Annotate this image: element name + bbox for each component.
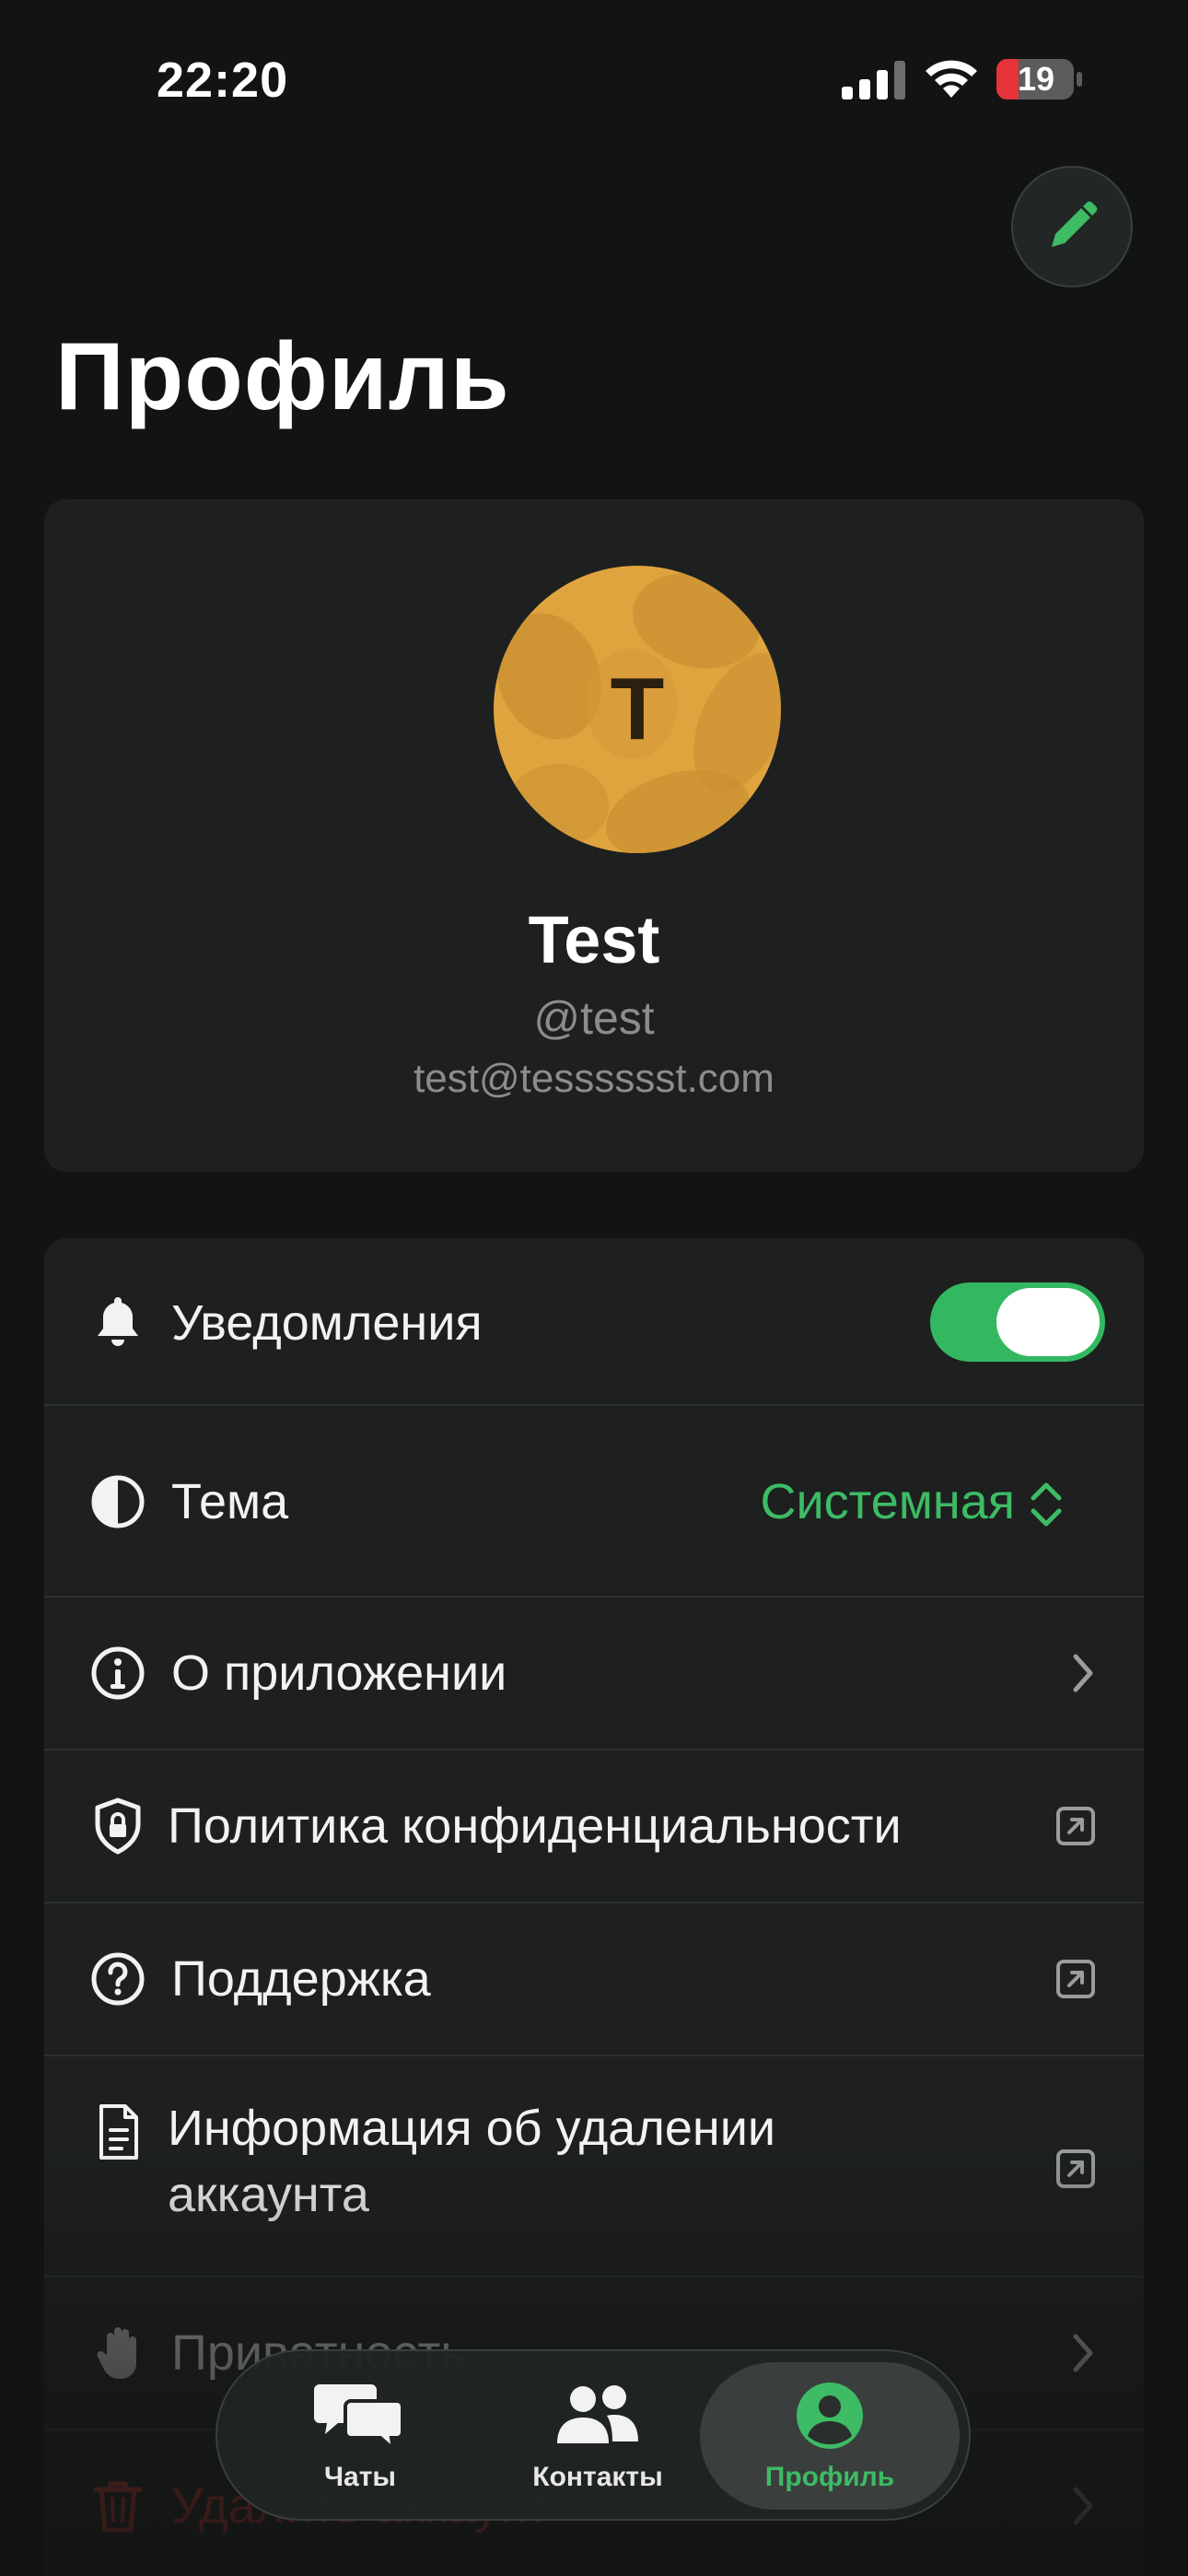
settings-row-notifications[interactable]: Уведомления xyxy=(44,1238,1144,1406)
document-icon xyxy=(99,2104,138,2160)
battery-level: 19 xyxy=(1017,60,1055,98)
bell-icon xyxy=(98,1297,138,1346)
chats-icon xyxy=(314,2384,404,2453)
settings-label: Уведомления xyxy=(171,1295,483,1351)
shield-lock-icon xyxy=(95,1797,141,1855)
tab-chats[interactable]: Чаты xyxy=(230,2362,490,2510)
theme-selector[interactable]: Системная xyxy=(760,1469,1015,1535)
status-time: 22:20 xyxy=(157,53,289,108)
avatar-initial: T xyxy=(610,660,665,758)
trash-icon xyxy=(93,2481,143,2533)
wifi-icon xyxy=(926,60,977,98)
tab-profile[interactable]: Профиль xyxy=(700,2362,960,2510)
edit-profile-button[interactable] xyxy=(1011,166,1133,287)
tab-label: Профиль xyxy=(764,2462,895,2492)
settings-label: Тема xyxy=(171,1474,289,1529)
chevron-right-icon xyxy=(1073,2487,1093,2525)
hand-icon xyxy=(97,2327,136,2379)
tab-bar: Чаты Контакты Профиль xyxy=(215,2349,971,2521)
toggle-knob xyxy=(996,1288,1100,1356)
tab-label: Контакты xyxy=(532,2462,663,2492)
external-link-icon xyxy=(1056,2149,1095,2188)
external-link-icon xyxy=(1056,1807,1095,1845)
info-icon xyxy=(91,1646,145,1700)
settings-label: Информация об удалении xyxy=(168,2101,776,2156)
settings-row-delete-info[interactable]: Информация об удалении аккаунта xyxy=(44,2056,1144,2277)
settings-row-theme[interactable]: Тема Системная xyxy=(44,1406,1144,1598)
contrast-icon xyxy=(91,1475,145,1528)
tab-label: Чаты xyxy=(323,2462,397,2492)
cellular-signal-icon xyxy=(842,61,905,100)
contacts-icon xyxy=(557,2385,638,2443)
profile-email: test@tesssssst.com xyxy=(413,1056,775,1101)
avatar[interactable]: T xyxy=(494,566,781,853)
external-link-icon xyxy=(1056,1960,1095,1998)
settings-row-support[interactable]: Поддержка xyxy=(44,1903,1144,2056)
status-bar: 22:20 19 xyxy=(0,0,1188,157)
profile-card: T Test @test test@tesssssst.com xyxy=(44,499,1144,1172)
tab-contacts[interactable]: Контакты xyxy=(468,2362,728,2510)
settings-label: Поддержка xyxy=(171,1951,431,2007)
question-icon xyxy=(91,1952,145,2006)
chevron-right-icon xyxy=(1073,1654,1093,1692)
settings-label: аккаунта xyxy=(168,2167,369,2222)
profile-icon xyxy=(797,2383,863,2449)
settings-label: О приложении xyxy=(171,1645,507,1701)
page-title: Профиль xyxy=(55,323,510,430)
settings-row-privacy-policy[interactable]: Политика конфиденциальности xyxy=(44,1751,1144,1903)
chevron-right-icon xyxy=(1073,2334,1093,2372)
notifications-toggle[interactable] xyxy=(930,1282,1105,1362)
pencil-icon xyxy=(1052,201,1098,247)
chevron-up-down-icon xyxy=(1031,1482,1062,1527)
settings-row-about[interactable]: О приложении xyxy=(44,1598,1144,1751)
profile-name: Test xyxy=(528,904,660,978)
profile-username: @test xyxy=(533,992,655,1044)
settings-label: Политика конфиденциальности xyxy=(168,1798,902,1854)
